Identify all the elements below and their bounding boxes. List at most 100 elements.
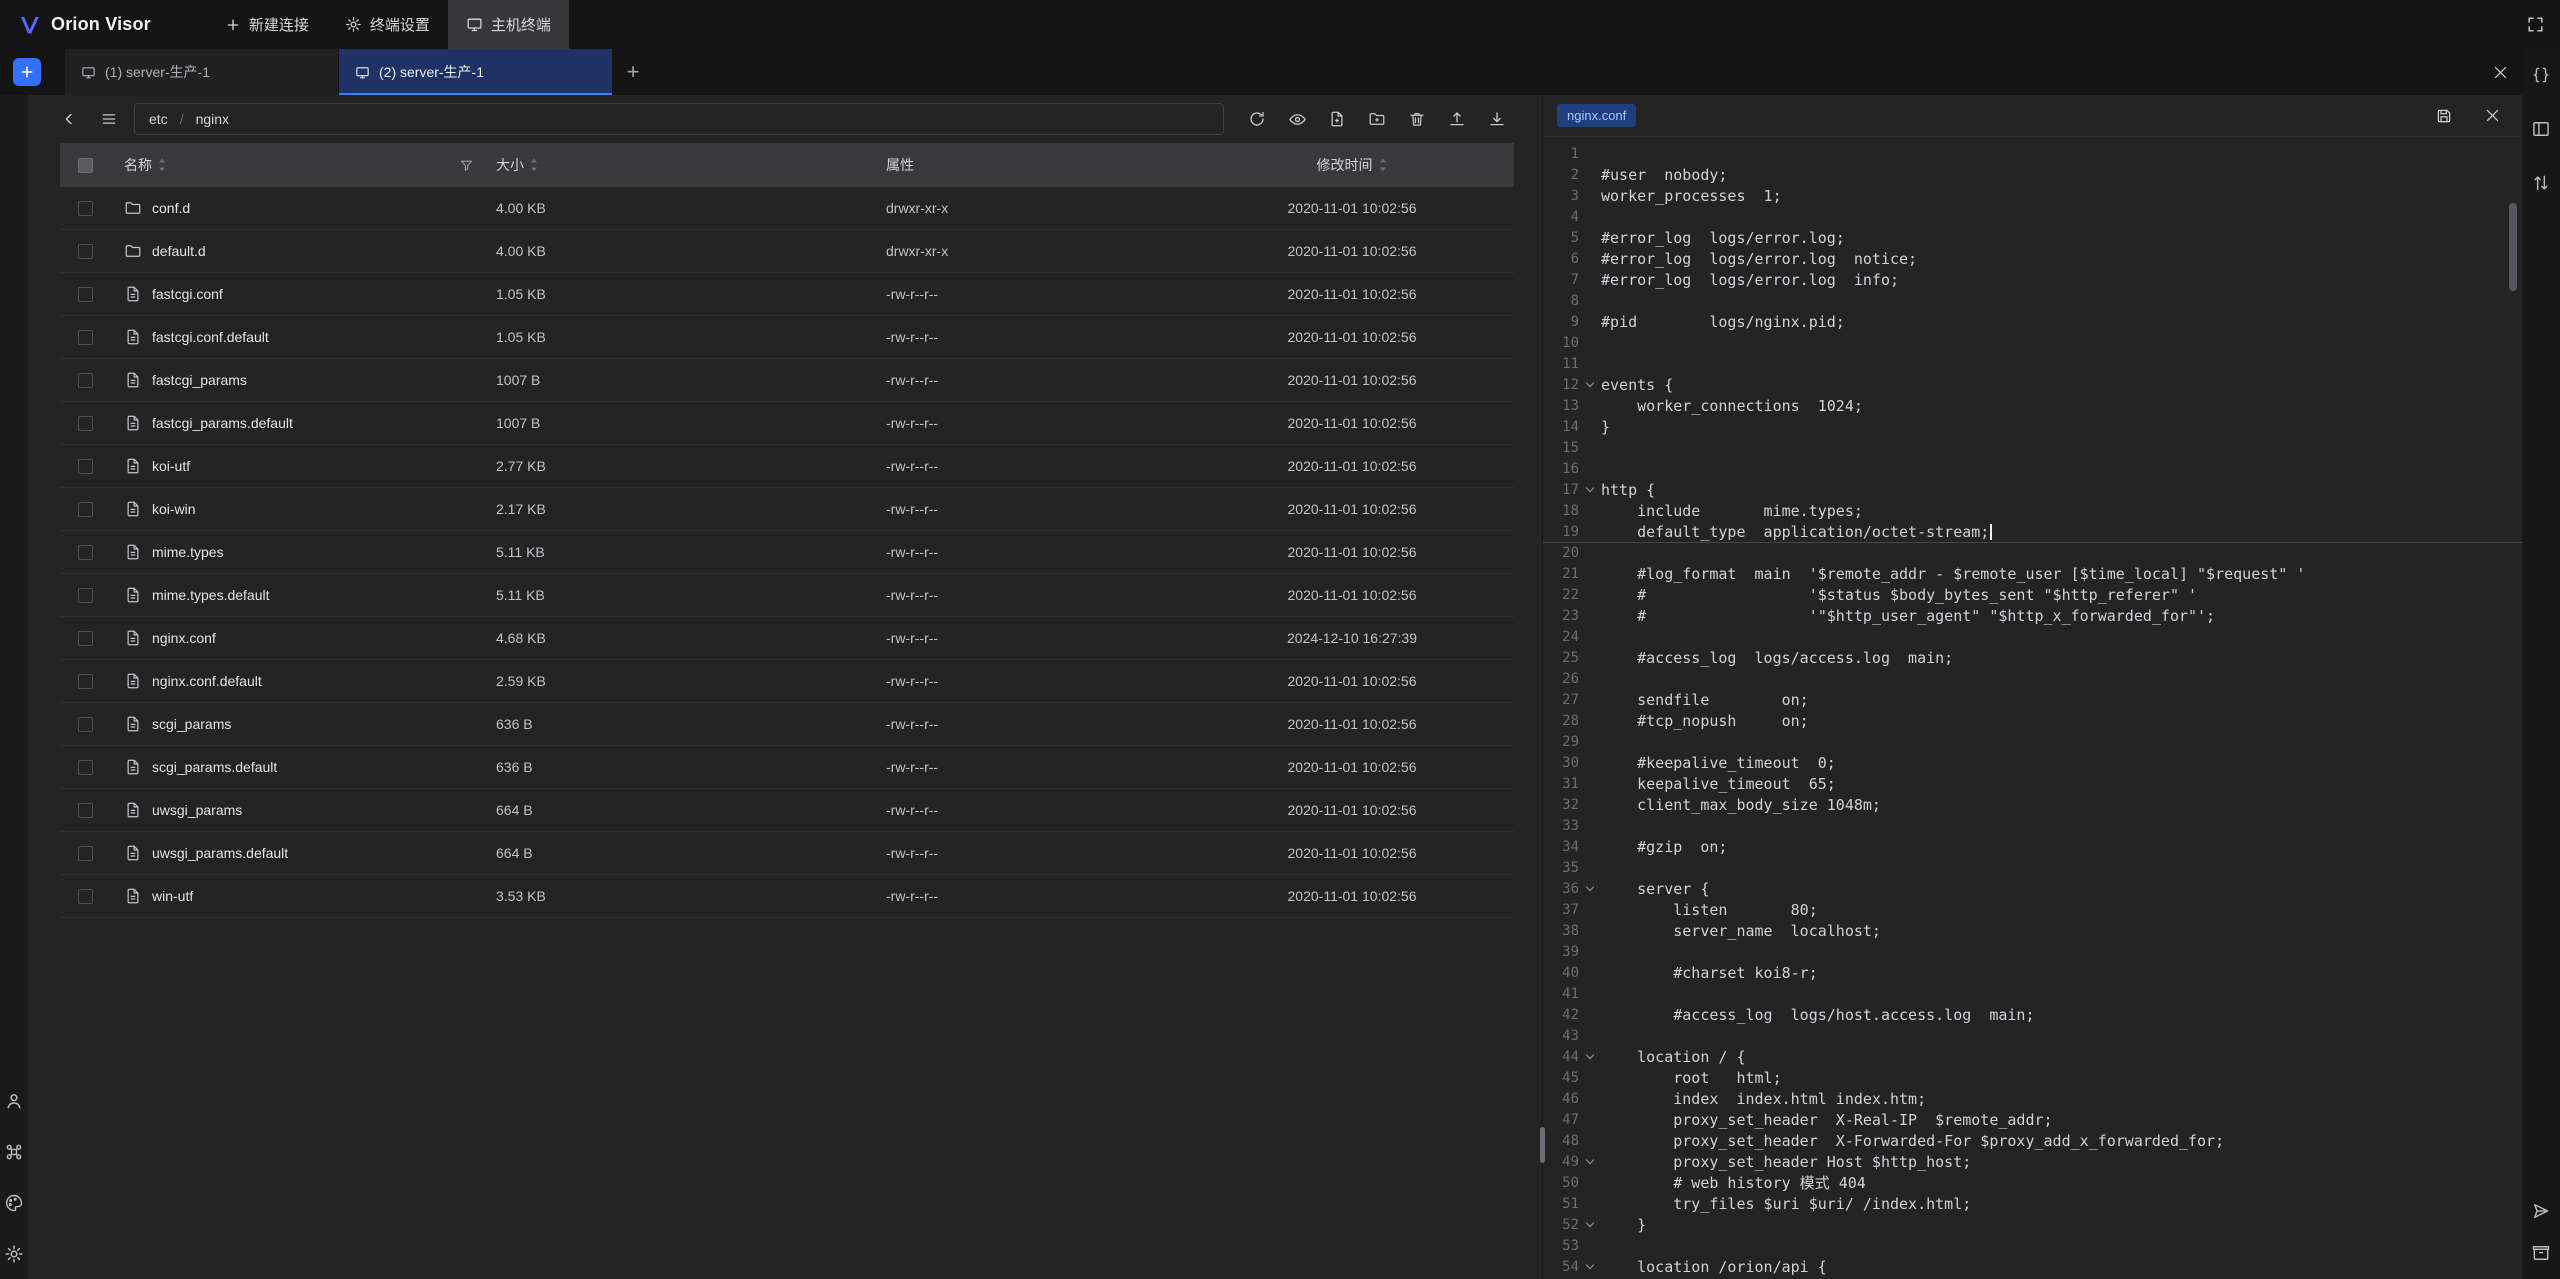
file-name[interactable]: default.d: [152, 243, 206, 259]
code-line[interactable]: 6 #error_log logs/error.log notice;: [1543, 248, 2522, 269]
code-line[interactable]: 42 #access_log logs/host.access.log main…: [1543, 1004, 2522, 1025]
row-checkbox[interactable]: [78, 330, 93, 345]
code-line[interactable]: 32 client_max_body_size 1048m;: [1543, 794, 2522, 815]
fold-toggle[interactable]: [1579, 383, 1601, 386]
row-checkbox[interactable]: [78, 588, 93, 603]
file-name[interactable]: uwsgi_params.default: [152, 845, 288, 861]
transfer-list-button[interactable]: [2529, 171, 2553, 195]
code-line[interactable]: 22 # '$status $body_bytes_sent "$http_re…: [1543, 584, 2522, 605]
sort-icon[interactable]: [529, 157, 539, 173]
new-file-button[interactable]: [1322, 104, 1352, 134]
code-line[interactable]: 3 worker_processes 1;: [1543, 185, 2522, 206]
code-line[interactable]: 19 default_type application/octet-stream…: [1543, 521, 2522, 542]
file-name[interactable]: nginx.conf.default: [152, 673, 262, 689]
file-row[interactable]: fastcgi_params.default 1007 B -rw-r--r--…: [60, 402, 1514, 445]
row-checkbox[interactable]: [78, 287, 93, 302]
file-row[interactable]: fastcgi_params 1007 B -rw-r--r-- 2020-11…: [60, 359, 1514, 402]
row-checkbox[interactable]: [78, 846, 93, 861]
file-row[interactable]: fastcgi.conf.default 1.05 KB -rw-r--r-- …: [60, 316, 1514, 359]
file-row[interactable]: uwsgi_params 664 B -rw-r--r-- 2020-11-01…: [60, 789, 1514, 832]
file-row[interactable]: scgi_params.default 636 B -rw-r--r-- 202…: [60, 746, 1514, 789]
file-name[interactable]: win-utf: [152, 888, 193, 904]
code-line[interactable]: 54 location /orion/api {: [1543, 1256, 2522, 1277]
panel-resize-handle[interactable]: [1540, 1127, 1545, 1163]
code-line[interactable]: 11: [1543, 353, 2522, 374]
row-checkbox[interactable]: [78, 631, 93, 646]
fold-toggle[interactable]: [1579, 488, 1601, 491]
select-all-checkbox[interactable]: [78, 158, 93, 173]
code-line[interactable]: 31 keepalive_timeout 65;: [1543, 773, 2522, 794]
nav-item-terminal-settings[interactable]: 终端设置: [327, 0, 448, 49]
file-name[interactable]: nginx.conf: [152, 630, 216, 646]
code-line[interactable]: 41: [1543, 983, 2522, 1004]
file-row[interactable]: mime.types 5.11 KB -rw-r--r-- 2020-11-01…: [60, 531, 1514, 574]
fold-toggle[interactable]: [1579, 887, 1601, 890]
file-name[interactable]: scgi_params: [152, 716, 231, 732]
code-line[interactable]: 25 #access_log logs/access.log main;: [1543, 647, 2522, 668]
shortcuts-button[interactable]: [2, 1140, 26, 1164]
file-row[interactable]: scgi_params 636 B -rw-r--r-- 2020-11-01 …: [60, 703, 1514, 746]
fullscreen-button[interactable]: [2519, 9, 2551, 41]
code-line[interactable]: 23 # '"$http_user_agent" "$http_x_forwar…: [1543, 605, 2522, 626]
file-row[interactable]: uwsgi_params.default 664 B -rw-r--r-- 20…: [60, 832, 1514, 875]
code-line[interactable]: 37 listen 80;: [1543, 899, 2522, 920]
file-name[interactable]: koi-utf: [152, 458, 190, 474]
row-checkbox[interactable]: [78, 201, 93, 216]
send-command-button[interactable]: [2529, 1199, 2553, 1223]
theme-button[interactable]: [2, 1191, 26, 1215]
code-line[interactable]: 33: [1543, 815, 2522, 836]
code-line[interactable]: 34 #gzip on;: [1543, 836, 2522, 857]
file-name[interactable]: conf.d: [152, 200, 190, 216]
code-line[interactable]: 52 }: [1543, 1214, 2522, 1235]
code-line[interactable]: 24: [1543, 626, 2522, 647]
show-hidden-button[interactable]: [1282, 104, 1312, 134]
file-name[interactable]: fastcgi.conf: [152, 286, 223, 302]
user-button[interactable]: [2, 1089, 26, 1113]
code-line[interactable]: 27 sendfile on;: [1543, 689, 2522, 710]
code-line[interactable]: 20: [1543, 542, 2522, 563]
code-braces-button[interactable]: [2529, 63, 2553, 87]
code-editor[interactable]: 1 2 #user nobody; 3 worker_processes 1; …: [1543, 137, 2522, 1279]
code-line[interactable]: 17 http {: [1543, 479, 2522, 500]
new-session-button[interactable]: [13, 58, 41, 86]
download-button[interactable]: [1482, 104, 1512, 134]
file-row[interactable]: nginx.conf.default 2.59 KB -rw-r--r-- 20…: [60, 660, 1514, 703]
code-line[interactable]: 40 #charset koi8-r;: [1543, 962, 2522, 983]
split-panel-button[interactable]: [2529, 117, 2553, 141]
row-checkbox[interactable]: [78, 760, 93, 775]
row-checkbox[interactable]: [78, 373, 93, 388]
sort-icon[interactable]: [157, 157, 167, 173]
file-name[interactable]: fastcgi_params: [152, 372, 247, 388]
close-tabs-button[interactable]: [2484, 56, 2516, 88]
code-line[interactable]: 50 # web history 模式 404: [1543, 1172, 2522, 1193]
view-list-button[interactable]: [94, 104, 124, 134]
fold-toggle[interactable]: [1579, 1055, 1601, 1058]
code-line[interactable]: 18 include mime.types;: [1543, 500, 2522, 521]
terminal-tab[interactable]: (2) server-生产-1: [339, 49, 613, 95]
code-line[interactable]: 45 root html;: [1543, 1067, 2522, 1088]
code-line[interactable]: 28 #tcp_nopush on;: [1543, 710, 2522, 731]
code-line[interactable]: 39: [1543, 941, 2522, 962]
code-line[interactable]: 9 #pid logs/nginx.pid;: [1543, 311, 2522, 332]
code-line[interactable]: 2 #user nobody;: [1543, 164, 2522, 185]
file-name[interactable]: koi-win: [152, 501, 196, 517]
nav-item-new-connection[interactable]: 新建连接: [207, 0, 327, 49]
code-line[interactable]: 13 worker_connections 1024;: [1543, 395, 2522, 416]
code-line[interactable]: 48 proxy_set_header X-Forwarded-For $pro…: [1543, 1130, 2522, 1151]
column-name[interactable]: 名称: [110, 155, 480, 175]
row-checkbox[interactable]: [78, 416, 93, 431]
add-tab-button[interactable]: +: [613, 49, 653, 95]
file-row[interactable]: conf.d 4.00 KB drwxr-xr-x 2020-11-01 10:…: [60, 187, 1514, 230]
column-modified[interactable]: 修改时间: [1190, 155, 1514, 175]
code-line[interactable]: 44 location / {: [1543, 1046, 2522, 1067]
terminal-tab[interactable]: (1) server-生产-1: [65, 49, 339, 95]
code-line[interactable]: 43: [1543, 1025, 2522, 1046]
file-name[interactable]: mime.types.default: [152, 587, 270, 603]
code-line[interactable]: 4: [1543, 206, 2522, 227]
file-row[interactable]: mime.types.default 5.11 KB -rw-r--r-- 20…: [60, 574, 1514, 617]
file-row[interactable]: nginx.conf 4.68 KB -rw-r--r-- 2024-12-10…: [60, 617, 1514, 660]
file-name[interactable]: fastcgi_params.default: [152, 415, 293, 431]
file-box-button[interactable]: [2529, 1241, 2553, 1265]
file-name[interactable]: fastcgi.conf.default: [152, 329, 269, 345]
row-checkbox[interactable]: [78, 889, 93, 904]
